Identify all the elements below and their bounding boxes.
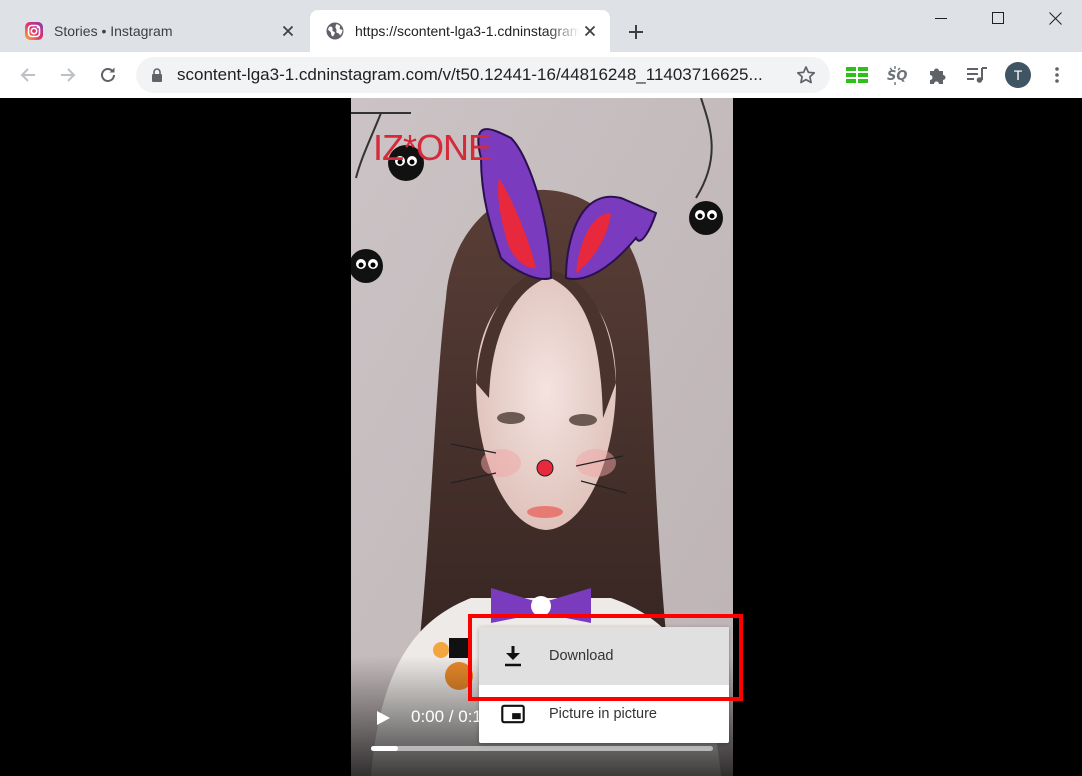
play-icon[interactable]: [375, 710, 391, 726]
extensions-puzzle-icon: [930, 68, 946, 84]
sq-extension-icon: SQ: [887, 66, 907, 85]
menu-item-picture-in-picture[interactable]: Picture in picture: [479, 685, 729, 743]
url-text[interactable]: scontent-lga3-1.cdninstagram.com/v/t50.1…: [177, 65, 777, 85]
menu-item-download[interactable]: Download: [479, 627, 729, 685]
kebab-menu-icon: [1055, 67, 1059, 83]
back-arrow-icon: [20, 68, 35, 82]
menu-item-label: Download: [549, 648, 614, 664]
grid-extension-icon: [846, 67, 868, 83]
back-button[interactable]: [12, 59, 44, 91]
progress-bar[interactable]: [371, 746, 713, 751]
menu-button[interactable]: [1041, 59, 1073, 91]
video-context-menu: Download Picture in picture: [479, 627, 729, 743]
time-display: 0:00 / 0:1: [411, 707, 482, 726]
tab-video-url[interactable]: https://scontent-lga3-1.cdninstagram.com…: [310, 10, 610, 52]
media-queue-icon: [967, 67, 987, 83]
tab-stories-instagram[interactable]: Stories • Instagram: [10, 10, 308, 52]
close-window-button[interactable]: [1026, 0, 1082, 36]
minimize-icon: [935, 18, 947, 19]
forward-button[interactable]: [52, 59, 84, 91]
tab-title: Stories • Instagram: [54, 23, 173, 39]
tab-title: https://scontent-lga3-1.cdninstagram.com…: [355, 23, 580, 39]
bookmark-star-icon[interactable]: [790, 59, 822, 91]
avatar: T: [1005, 62, 1031, 88]
menu-item-label: Picture in picture: [549, 706, 657, 722]
tab-strip: Stories • Instagram https://scontent-lga…: [0, 0, 1082, 52]
progress-fill: [371, 746, 399, 751]
spider-sticker: [689, 201, 723, 235]
browser-toolbar: scontent-lga3-1.cdninstagram.com/v/t50.1…: [0, 52, 1082, 98]
watermark-text: IZ*ONE: [373, 127, 491, 168]
reload-button[interactable]: [92, 59, 124, 91]
address-bar[interactable]: scontent-lga3-1.cdninstagram.com/v/t50.1…: [136, 57, 830, 93]
minimize-button[interactable]: [912, 0, 970, 36]
reload-icon: [101, 67, 115, 82]
close-tab-icon[interactable]: [278, 21, 298, 41]
media-control-button[interactable]: [961, 59, 993, 91]
plus-icon: [629, 25, 643, 39]
svg-text:SQ: SQ: [887, 69, 907, 84]
download-icon: [501, 644, 525, 668]
close-tab-icon[interactable]: [580, 21, 600, 41]
grid-extension-button[interactable]: [841, 59, 873, 91]
lock-icon[interactable]: [150, 68, 164, 82]
sq-extension-button[interactable]: SQ: [881, 59, 913, 91]
forward-arrow-icon: [61, 68, 76, 82]
picture-in-picture-icon: [501, 702, 525, 726]
maximize-icon: [992, 12, 1004, 24]
instagram-icon: [25, 22, 43, 40]
maximize-button[interactable]: [969, 0, 1027, 36]
page-content: IZ*ONE 0:00 / 0:1 Download Picture in pi…: [0, 98, 1082, 776]
profile-button[interactable]: T: [1002, 59, 1034, 91]
globe-icon: [326, 22, 344, 40]
close-icon: [1048, 11, 1062, 25]
new-tab-button[interactable]: [622, 18, 650, 46]
extensions-button[interactable]: [921, 59, 953, 91]
